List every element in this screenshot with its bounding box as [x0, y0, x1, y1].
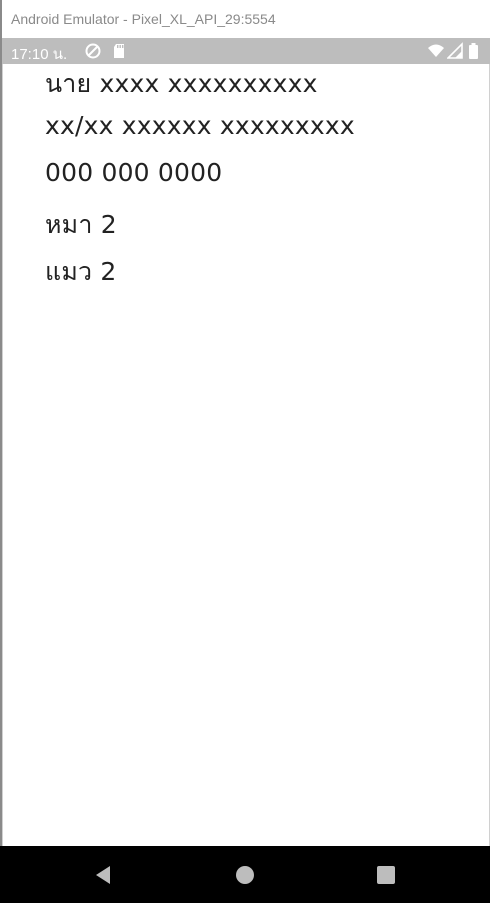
wifi-icon — [428, 44, 444, 57]
back-icon[interactable] — [92, 864, 114, 886]
android-navigation-bar — [0, 846, 490, 903]
status-time: 17:10 น. — [11, 46, 68, 63]
phone-line: 000 000 0000 — [45, 158, 223, 187]
signal-icon — [447, 42, 463, 59]
sync-icon — [85, 43, 101, 59]
cat-line: แมว 2 — [45, 257, 117, 286]
recents-icon[interactable] — [375, 864, 397, 886]
battery-icon — [469, 43, 478, 59]
android-status-bar: 17:10 น. — [0, 38, 490, 64]
window-title: Android Emulator - Pixel_XL_API_29:5554 — [11, 11, 276, 27]
dog-line: หมา 2 — [45, 210, 117, 239]
app-content: นาย xxxx xxxxxxxxxx xx/xx xxxxxx xxxxxxx… — [2, 64, 490, 846]
sd-card-icon — [114, 44, 124, 58]
name-line: นาย xxxx xxxxxxxxxx — [45, 69, 318, 98]
home-icon[interactable] — [234, 864, 256, 886]
address-line: xx/xx xxxxxx xxxxxxxxx — [45, 111, 355, 140]
emulator-title-bar[interactable]: Android Emulator - Pixel_XL_API_29:5554 — [0, 0, 490, 38]
emulator-window: Android Emulator - Pixel_XL_API_29:5554 … — [0, 0, 490, 903]
